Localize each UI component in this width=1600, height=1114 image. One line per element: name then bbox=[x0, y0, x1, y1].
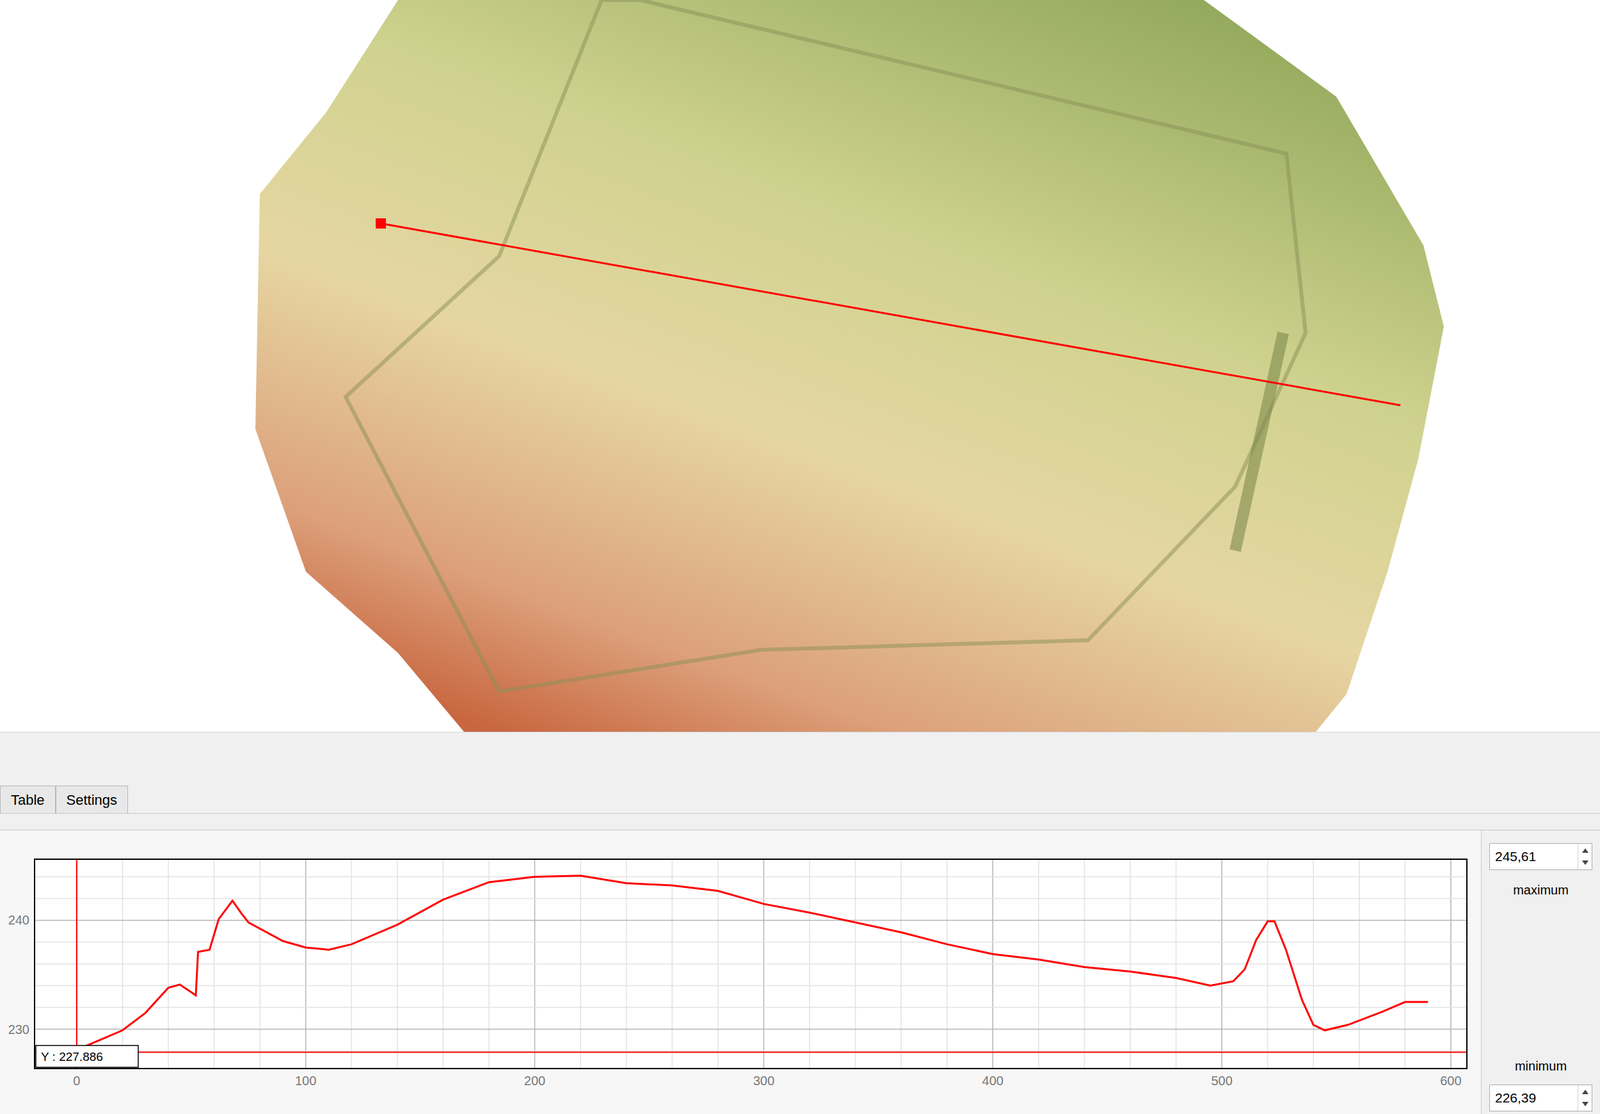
spin-up-icon[interactable] bbox=[1578, 1084, 1593, 1098]
svg-text:100: 100 bbox=[295, 1073, 317, 1088]
svg-text:240: 240 bbox=[8, 912, 30, 927]
svg-text:300: 300 bbox=[753, 1073, 775, 1088]
minimum-spinbox[interactable]: 226,39 bbox=[1489, 1084, 1593, 1112]
svg-text:230: 230 bbox=[8, 1022, 30, 1037]
spin-down-icon[interactable] bbox=[1578, 856, 1593, 870]
panel-splitter[interactable] bbox=[0, 731, 1600, 786]
cursor-tooltip: Y : 227.886 bbox=[40, 1049, 104, 1064]
app: TableSettings 230 240 0 100 200 300 400 500 600 Y … bbox=[0, 0, 1600, 1114]
svg-text:400: 400 bbox=[982, 1073, 1004, 1088]
spin-down-icon[interactable] bbox=[1578, 1097, 1593, 1111]
maximum-spinbox[interactable]: 245,61 bbox=[1489, 842, 1593, 870]
minimum-label: minimum bbox=[1514, 1056, 1567, 1076]
cursor-horizontal bbox=[34, 1051, 1467, 1053]
map-canvas[interactable] bbox=[0, 0, 1600, 732]
svg-text:200: 200 bbox=[524, 1073, 546, 1088]
cursor-vertical bbox=[76, 858, 78, 1069]
tab[interactable]: Table bbox=[0, 785, 56, 813]
tab-gap bbox=[0, 813, 1600, 831]
profile-panel: 230 240 0 100 200 300 400 500 600 Y : 227.886 245,… bbox=[0, 830, 1600, 1114]
spin-up-icon[interactable] bbox=[1578, 843, 1593, 857]
dem-map-icon[interactable] bbox=[0, 0, 1600, 732]
profile-line bbox=[76, 875, 1428, 1050]
profile-chart: 230 240 0 100 200 300 400 500 600 Y : 227.886 bbox=[0, 830, 1482, 1114]
svg-text:0: 0 bbox=[72, 1073, 80, 1088]
maximum-label: maximum bbox=[1512, 880, 1569, 900]
tab[interactable]: Settings bbox=[55, 785, 129, 813]
range-panel: 245,61 maximum minimum 226,39 bbox=[1481, 830, 1600, 1114]
tab-bar: TableSettings bbox=[0, 785, 1600, 814]
svg-text:600: 600 bbox=[1440, 1073, 1462, 1088]
svg-text:500: 500 bbox=[1210, 1073, 1232, 1088]
